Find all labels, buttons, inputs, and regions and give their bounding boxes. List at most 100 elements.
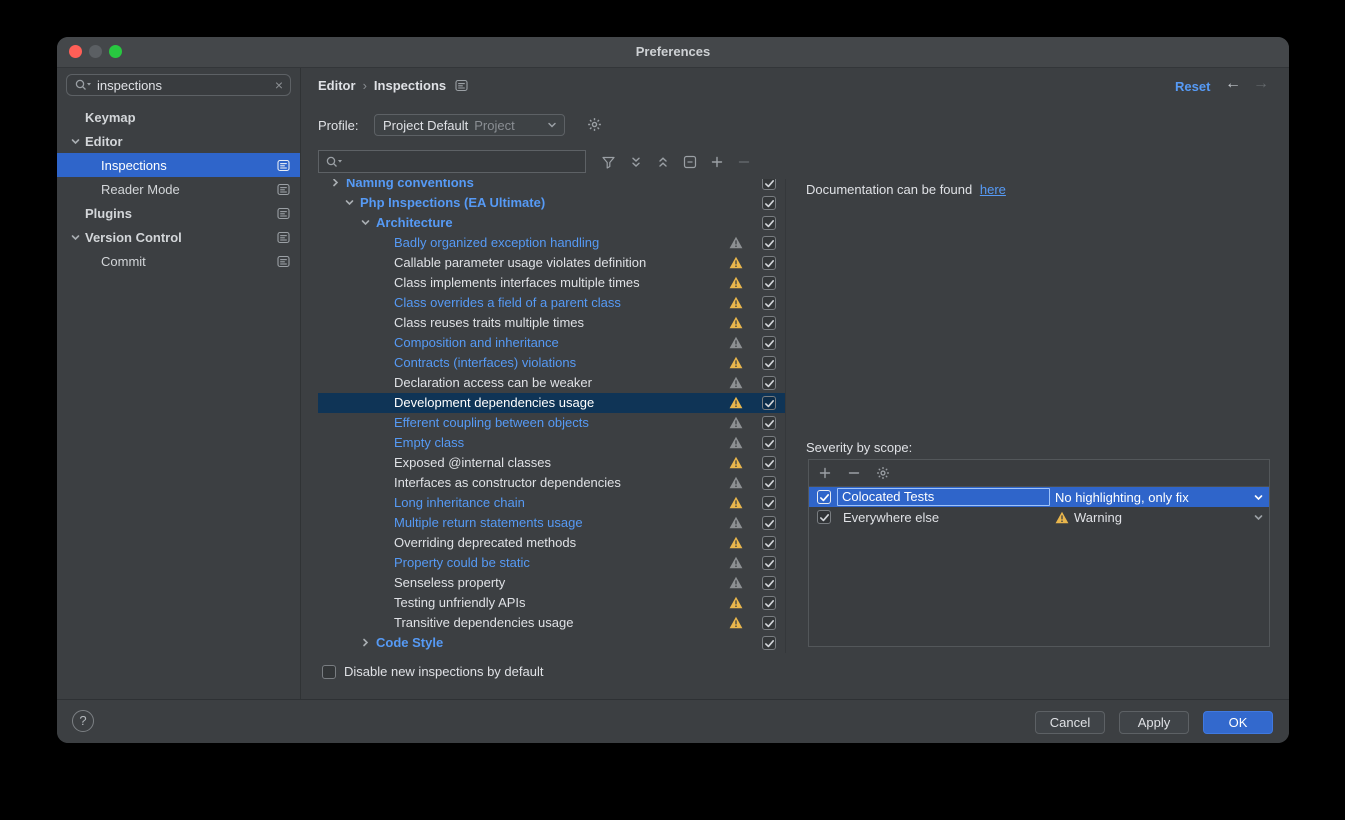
gear-icon[interactable]: [873, 464, 892, 483]
search-input[interactable]: inspections: [97, 78, 270, 93]
documentation-link[interactable]: here: [980, 182, 1006, 197]
checkbox[interactable]: [762, 576, 776, 590]
back-icon[interactable]: ←: [1225, 75, 1241, 93]
filter-icon[interactable]: [599, 153, 618, 172]
checkbox[interactable]: [762, 179, 776, 190]
checkbox[interactable]: [762, 196, 776, 210]
ok-button[interactable]: OK: [1203, 711, 1273, 734]
checkbox[interactable]: [762, 416, 776, 430]
inspection-row-exposed-internal-classes[interactable]: Exposed @internal classes: [318, 453, 785, 473]
inspection-row-callable-parameter-usage-violates-definition[interactable]: Callable parameter usage violates defini…: [318, 253, 785, 273]
add-scope-icon[interactable]: [815, 464, 834, 483]
severity-cell[interactable]: Warning: [1050, 510, 1253, 525]
inspection-row-transitive-dependencies-usage[interactable]: Transitive dependencies usage: [318, 613, 785, 633]
breadcrumb-editor[interactable]: Editor: [318, 78, 356, 93]
inspection-row-development-dependencies-usage[interactable]: Development dependencies usage: [318, 393, 785, 413]
scope-row-colocated-tests[interactable]: Colocated TestsNo highlighting, only fix: [809, 487, 1269, 507]
checkbox[interactable]: [817, 490, 831, 504]
inspection-row-code-style[interactable]: Code Style: [318, 633, 785, 653]
reset-button[interactable]: Reset: [1175, 79, 1210, 94]
inspection-row-declaration-access-can-be-weaker[interactable]: Declaration access can be weaker: [318, 373, 785, 393]
inspection-row-empty-class[interactable]: Empty class: [318, 433, 785, 453]
sidebar-item-editor[interactable]: Editor: [57, 129, 300, 153]
inspection-row-naming-conventions[interactable]: Naming conventions: [318, 179, 785, 193]
chevron-right-icon[interactable]: [330, 179, 341, 188]
scope-row-everywhere-else[interactable]: Everywhere elseWarning: [809, 507, 1269, 527]
warning-icon: [729, 396, 743, 409]
checkbox[interactable]: [762, 276, 776, 290]
checkbox[interactable]: [762, 376, 776, 390]
sidebar-item-plugins[interactable]: Plugins: [57, 201, 300, 225]
gear-icon[interactable]: [587, 117, 602, 132]
checkbox[interactable]: [817, 510, 831, 524]
inspection-row-testing-unfriendly-apis[interactable]: Testing unfriendly APIs: [318, 593, 785, 613]
inspection-row-class-implements-interfaces-multiple-times[interactable]: Class implements interfaces multiple tim…: [318, 273, 785, 293]
sidebar-item-version-control[interactable]: Version Control: [57, 225, 300, 249]
chevron-down-icon[interactable]: [70, 232, 85, 243]
inspection-row-overriding-deprecated-methods[interactable]: Overriding deprecated methods: [318, 533, 785, 553]
checkbox[interactable]: [762, 476, 776, 490]
checkbox[interactable]: [762, 316, 776, 330]
inspection-row-contracts-interfaces-violations[interactable]: Contracts (interfaces) violations: [318, 353, 785, 373]
checkbox[interactable]: [762, 236, 776, 250]
inspection-row-php-inspections-ea-ultimate[interactable]: Php Inspections (EA Ultimate): [318, 193, 785, 213]
chevron-down-icon[interactable]: [1253, 512, 1264, 523]
sidebar-item-keymap[interactable]: Keymap: [57, 105, 300, 129]
inspection-row-badly-organized-exception-handling[interactable]: Badly organized exception handling: [318, 233, 785, 253]
checkbox[interactable]: [762, 356, 776, 370]
add-icon[interactable]: [707, 153, 726, 172]
options-icon[interactable]: [455, 79, 468, 92]
checkbox[interactable]: [762, 256, 776, 270]
window-title: Preferences: [57, 44, 1289, 59]
cancel-button[interactable]: Cancel: [1035, 711, 1105, 734]
remove-scope-icon[interactable]: [844, 464, 863, 483]
checkbox[interactable]: [762, 616, 776, 630]
checkbox[interactable]: [762, 336, 776, 350]
apply-button[interactable]: Apply: [1119, 711, 1189, 734]
checkbox[interactable]: [762, 496, 776, 510]
chevron-down-icon[interactable]: [360, 217, 371, 228]
chevron-down-icon[interactable]: [344, 197, 355, 208]
checkbox[interactable]: [762, 296, 776, 310]
inspection-row-efferent-coupling-between-objects[interactable]: Efferent coupling between objects: [318, 413, 785, 433]
checkbox[interactable]: [762, 596, 776, 610]
severity-cell[interactable]: No highlighting, only fix: [1050, 490, 1253, 505]
checkbox[interactable]: [762, 556, 776, 570]
chevron-right-icon[interactable]: [360, 637, 371, 648]
inspections-search-field[interactable]: [318, 150, 586, 173]
settings-search-field[interactable]: inspections ×: [66, 74, 291, 96]
breadcrumb-inspections[interactable]: Inspections: [374, 78, 446, 93]
checkbox[interactable]: [762, 436, 776, 450]
checkbox[interactable]: [322, 665, 336, 679]
checkbox[interactable]: [762, 536, 776, 550]
profile-dropdown[interactable]: Project Default Project: [374, 114, 565, 136]
inspection-row-interfaces-as-constructor-dependencies[interactable]: Interfaces as constructor dependencies: [318, 473, 785, 493]
checkbox[interactable]: [762, 456, 776, 470]
options-icon: [277, 255, 290, 268]
inspection-row-class-reuses-traits-multiple-times[interactable]: Class reuses traits multiple times: [318, 313, 785, 333]
expand-all-icon[interactable]: [626, 153, 645, 172]
checkbox[interactable]: [762, 636, 776, 650]
options-icon: [277, 231, 290, 244]
sidebar-item-reader-mode[interactable]: Reader Mode: [57, 177, 300, 201]
checkbox[interactable]: [762, 216, 776, 230]
inspection-row-senseless-property[interactable]: Senseless property: [318, 573, 785, 593]
inspection-row-composition-and-inheritance[interactable]: Composition and inheritance: [318, 333, 785, 353]
inspection-row-property-could-be-static[interactable]: Property could be static: [318, 553, 785, 573]
checkbox[interactable]: [762, 396, 776, 410]
clear-icon[interactable]: ×: [275, 78, 283, 92]
sidebar-item-inspections[interactable]: Inspections: [57, 153, 300, 177]
inspection-row-long-inheritance-chain[interactable]: Long inheritance chain: [318, 493, 785, 513]
chevron-down-icon[interactable]: [70, 136, 85, 147]
scope-name[interactable]: Everywhere else: [837, 510, 1050, 525]
modified-box-icon[interactable]: [680, 153, 699, 172]
scope-name[interactable]: Colocated Tests: [837, 488, 1050, 506]
inspection-row-multiple-return-statements-usage[interactable]: Multiple return statements usage: [318, 513, 785, 533]
chevron-down-icon[interactable]: [1253, 492, 1264, 503]
inspection-row-class-overrides-a-field-of-a-parent-class[interactable]: Class overrides a field of a parent clas…: [318, 293, 785, 313]
checkbox[interactable]: [762, 516, 776, 530]
collapse-all-icon[interactable]: [653, 153, 672, 172]
help-button[interactable]: ?: [72, 710, 94, 732]
sidebar-item-commit[interactable]: Commit: [57, 249, 300, 273]
inspection-row-architecture[interactable]: Architecture: [318, 213, 785, 233]
